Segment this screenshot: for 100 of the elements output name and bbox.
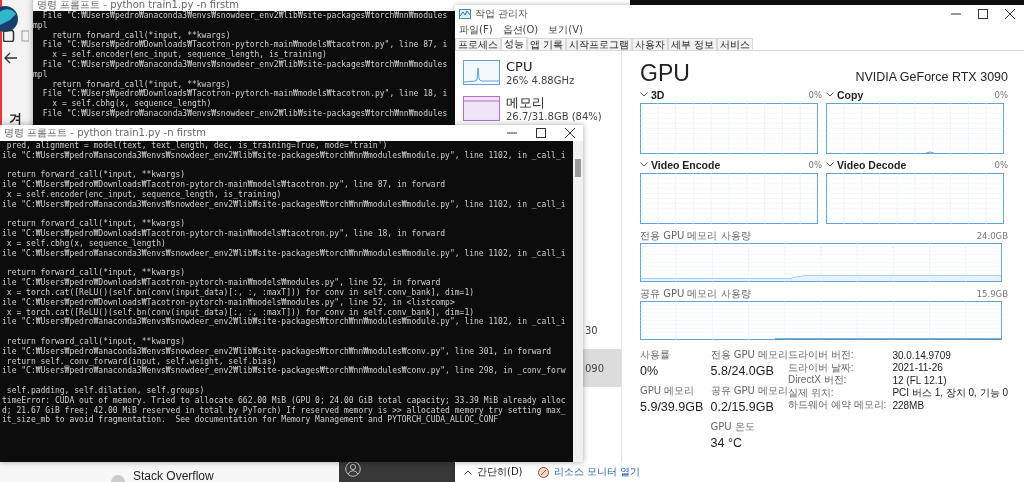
graph-label: 공유 GPU 메모리 사용량 [640,286,751,301]
graph-value: 0% [808,89,822,100]
tab[interactable]: 시작프로그램 [566,38,633,50]
property-value: 30.0.14.9709 [892,349,952,361]
console-line: ile "C:₩Users₩pedro₩anaconda3₩envs₩snowdeer_env2₩lib₩site-packages₩torch₩nn₩modules₩module.py", line 1102, in _call_i [2,317,566,328]
tab-icon[interactable] [3,30,29,42]
chevron-icon[interactable] [640,92,648,97]
maximize-icon[interactable] [978,8,988,19]
console-line: x = self.cbhg(x, sequence_length) [52,99,212,109]
chevron-icon[interactable] [826,92,834,97]
usage-thumbnail [463,60,500,85]
graph-label: 3D [651,88,666,101]
heading-text: 겨 [9,111,22,127]
console-line: mpl [33,69,48,80]
close-icon[interactable] [1005,8,1015,19]
property-label: 하드웨어 예약 메모리: [788,398,887,413]
console-line: mpl [33,20,48,31]
stat-label: GPU 메모리 [640,384,695,397]
sidebar-item[interactable]: 메모리 26.7/31.8GB (84%) [455,93,621,124]
item-detail: 30 [585,323,598,337]
graph-value: 0% [808,159,822,170]
console-line: return forward_call(*input, **kwargs) [6,268,186,279]
console-line: timeError: CUDA out of memory. Tried to allocate 662.00 MiB (GPU 0; 24.00 GiB total capacity; 33.39 MiB already alloc [2,395,566,406]
device-name: NVIDIA GeForce RTX 3090 [855,70,1008,86]
property-label: 드라이버 날짜: [788,360,855,375]
graph-label: 전용 GPU 메모리 사용량 [640,228,751,243]
stat-label: 공유 GPU 메모리 [710,384,789,397]
console-line: ile "C:₩Users₩pedro₩anaconda3₩envs₩snowdeer_env2₩lib₩site-packages₩torch₩nn₩modules₩module.py", line 1102, in _call_i [2,150,566,161]
resource-monitor-link[interactable]: 리소스 모니터 열기 [553,465,640,479]
menu-item[interactable]: 보기(V) [548,22,583,37]
graph-max: 24.0GB [976,230,1008,241]
console-line: x = self.encoder(enc_input, sequence_length, is_training) [52,50,327,60]
tab[interactable]: 서비스 [717,38,754,50]
property-label: 실제 위치: [788,385,835,400]
stat-value: 5.8/24.0GB [710,363,774,380]
stat-value: 0.2/15.9GB [710,399,774,416]
console-line: File "C:₩Users₩pedro₩anaconda3₩envs₩snowdeer_env2₩lib₩site-packages₩torch₩nn₩modules [41,60,448,70]
item-name: CPU [506,58,534,74]
stat-value: 0% [640,363,659,380]
collapse-button[interactable]: 간단히(D) [477,465,523,479]
sidebar-item[interactable]: CPU 26% 4.88GHz [455,57,621,88]
usage-thumbnail [463,96,500,121]
console-line: return forward_call(*input, **kwargs) [52,79,231,90]
console-line: it_size_mb to avoid fragmentation. See documentation for Memory Management and PYTORCH_CUDA_ALLOC_CONF [2,415,499,426]
property-value: 2021-11-26 [892,362,944,374]
graph-label: Video Encode [651,158,722,171]
window-title: 명령 프롬프트 - python train1.py -n firstm [37,0,240,11]
graph-label: Video Decode [837,158,908,171]
console-line: x = self.encoder(enc_input, sequence_length, is_training) [5,190,282,200]
property-value: 12 (FL 12.1) [892,374,948,386]
sidebar-item[interactable]: 30 [583,311,621,349]
chevron-icon[interactable] [826,162,834,167]
console-line: return forward_call(*input, **kwargs) [52,30,231,41]
tab[interactable]: 앱 기록 [527,38,567,50]
console-line: x = torch.cat([ReLU()(self.bn(conv(input_data)[:, :, :maxT])) for conv in self.conv_bank], dim=1) [5,287,474,298]
stat-value: 34 °C [710,435,742,452]
tab[interactable]: 사용자 [632,38,669,50]
menu-item[interactable]: 옵션(O) [502,22,539,37]
tab[interactable]: 세부 정보 [668,38,718,50]
caret-icon[interactable] [464,469,472,475]
console-line: File "C:₩Users₩pedro₩Downloads₩Tacotron-pytorch-main₩models₩tacotron.py", line 18, i [41,89,448,99]
console-line: ile "C:₩Users₩pedro₩anaconda3₩envs₩snowdeer_env2₩lib₩site-packages₩torch₩nn₩modules₩module.py", line 1102, in _call_i [2,248,566,259]
close-icon[interactable] [565,128,575,138]
app-icon [459,8,471,19]
back-arrow-icon[interactable] [4,52,18,64]
window-title: 명령 프롬프트 - python train1.py -n firstm [4,126,207,140]
item-detail: 26% 4.88GHz [506,73,575,87]
console-line: ile "C:₩Users₩pedro₩Downloads₩Tacotron-pytorch-main₩models₩tacotron.py", line 87, in forward [2,180,446,190]
graph-value: 0% [994,159,1008,170]
stat-label: 전용 GPU 메모리 [710,348,789,361]
user-icon[interactable] [345,461,361,477]
graph-max: 15.9GB [976,288,1008,299]
console-line: x = torch.cat([ReLU()(self.bn(conv(input_data)[:, :, :maxT])) for conv in self.conv_bank], dim=1) [6,307,474,318]
console-line: File "C:₩Users₩pedro₩anaconda3₩envs₩snowdeer_env2₩lib₩site-packages₩torch₩nn₩modules [41,108,448,119]
console-line: File "C:₩Users₩pedro₩Downloads₩Tacotron-pytorch-main₩models₩tacotron.py", line 87, i [41,40,448,51]
console-line: return forward_call(*input, **kwargs) [6,170,186,181]
window-title: 작업 관리자 [475,6,530,21]
chevron-icon[interactable] [640,162,648,167]
property-label: DirectX 버전: [788,373,848,388]
sidebar-item[interactable]: 090 [583,349,621,387]
stat-label: GPU 온도 [710,420,755,433]
console-line: ile "C:₩Users₩pedro₩anaconda3₩envs₩snowdeer_env2₩lib₩site-packages₩torch₩nn₩modules₩conv.py", line 298, in _conv_forw [2,366,566,377]
item-detail: 26.7/31.8GB (84%) [506,109,602,123]
tab[interactable]: 프로세스 [455,38,501,50]
item-name: 메모리 [506,94,546,110]
console-line: File "C:₩Users₩pedro₩anaconda3₩envs₩snowdeer_env2₩lib₩site-packages₩torch₩nn₩modules [41,11,448,21]
menu-item[interactable]: 파일(F) [459,22,493,37]
console-line: ile "C:₩Users₩pedro₩anaconda3₩envs₩snowdeer_env2₩lib₩site-packages₩torch₩nn₩modules₩module.py", line 1102, in _call_i [2,199,566,210]
console-line: x = self.cbhg(x, sequence_length) [5,238,166,249]
scroll-thumb[interactable] [575,159,581,177]
console-line: return forward_call(*input, **kwargs) [5,336,186,347]
console-line: ile "C:₩Users₩pedro₩Downloads₩Tacotron-pytorch-main₩models₩modules.py", line 52, in forward [2,278,441,288]
maximize-icon[interactable] [536,128,546,138]
tab[interactable]: 성능 [501,37,527,50]
console-line: d; 21.67 GiB free; 42.00 MiB reserved in total by PyTorch) If reserved memory is >> allocated memory try setting max_ [2,405,566,416]
page-title[interactable]: Stack Overflow [133,469,214,482]
scrollbar[interactable] [573,141,583,462]
console-line: ile "C:₩Users₩pedro₩Downloads₩Tacotron-pytorch-main₩models₩modules.py", line 52, in <listcomp> [2,297,455,308]
monitor-icon [537,466,549,478]
property-value: 228MB [892,399,926,411]
